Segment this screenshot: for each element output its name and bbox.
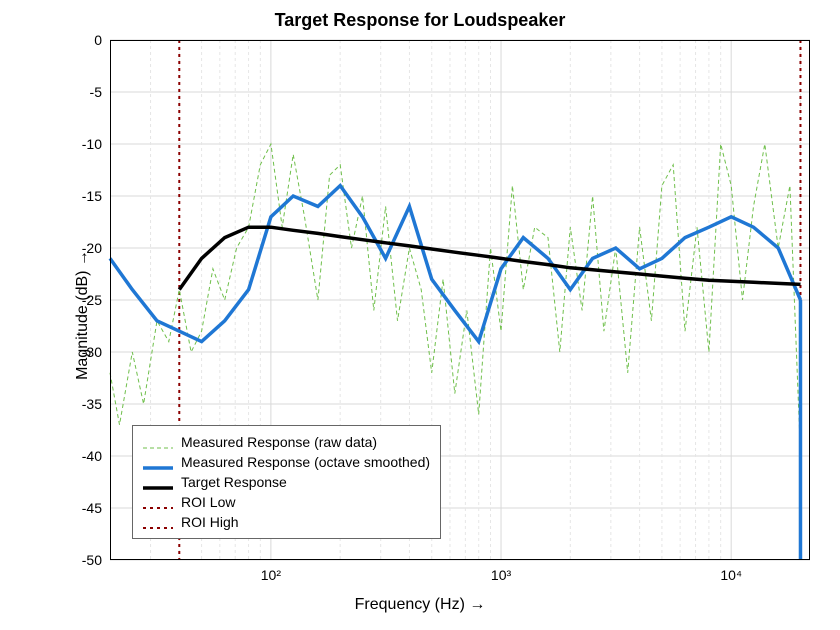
- svg-text:-50: -50: [82, 552, 102, 568]
- series-1: [110, 186, 801, 342]
- legend-item-2: Target Response: [143, 472, 430, 492]
- legend-label-2: Target Response: [181, 474, 287, 490]
- chart: Target Response for Loudspeaker Magnitud…: [0, 0, 840, 630]
- svg-text:10³: 10³: [491, 567, 512, 583]
- legend-label-0: Measured Response (raw data): [181, 434, 377, 450]
- svg-text:-35: -35: [82, 396, 102, 412]
- svg-text:0: 0: [94, 32, 102, 48]
- svg-text:-10: -10: [82, 136, 102, 152]
- legend-item-1: Measured Response (octave smoothed): [143, 452, 430, 472]
- svg-text:-45: -45: [82, 500, 102, 516]
- svg-text:-40: -40: [82, 448, 102, 464]
- svg-text:-5: -5: [90, 84, 103, 100]
- x-axis-label: Frequency (Hz) →: [0, 596, 840, 614]
- y-axis-label: Magnitude (dB) →: [74, 250, 92, 380]
- legend-label-1: Measured Response (octave smoothed): [181, 454, 430, 470]
- legend-label-3: ROI Low: [181, 494, 235, 510]
- svg-text:-15: -15: [82, 188, 102, 204]
- legend-item-4: ROI High: [143, 512, 430, 532]
- svg-text:10⁴: 10⁴: [720, 567, 742, 583]
- svg-text:10²: 10²: [261, 567, 282, 583]
- legend-item-3: ROI Low: [143, 492, 430, 512]
- chart-title: Target Response for Loudspeaker: [0, 10, 840, 31]
- svg-text:-20: -20: [82, 240, 102, 256]
- legend-item-0: Measured Response (raw data): [143, 432, 430, 452]
- legend-label-4: ROI High: [181, 514, 239, 530]
- legend: Measured Response (raw data) Measured Res…: [132, 425, 441, 539]
- series-2: [179, 227, 800, 289]
- svg-text:-25: -25: [82, 292, 102, 308]
- svg-text:-30: -30: [82, 344, 102, 360]
